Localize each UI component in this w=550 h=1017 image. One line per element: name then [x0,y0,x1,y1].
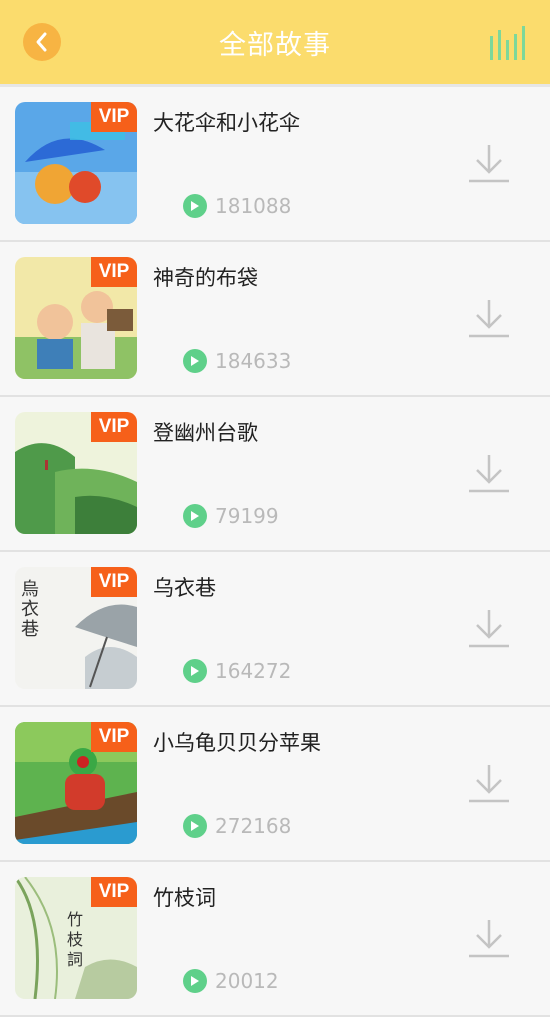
story-title: 登幽州台歌 [153,421,258,445]
download-icon[interactable] [468,298,510,340]
equalizer-button[interactable] [488,24,528,62]
story-row[interactable]: VIP 神奇的布袋 184633 [0,242,550,397]
play-count: 20012 [215,969,279,993]
svg-text:烏: 烏 [21,579,39,600]
vip-badge: VIP [91,412,137,442]
play-icon [183,659,207,683]
story-title: 乌衣巷 [153,576,216,600]
play-count-group: 164272 [183,659,291,683]
play-count: 181088 [215,194,292,218]
svg-text:竹: 竹 [67,910,83,929]
play-icon [183,969,207,993]
play-count: 272168 [215,814,292,838]
story-thumbnail: 竹 枝 詞 VIP [15,877,137,999]
play-icon [183,194,207,218]
download-icon[interactable] [468,763,510,805]
vip-badge: VIP [91,722,137,752]
play-icon [183,349,207,373]
svg-text:衣: 衣 [21,599,39,620]
story-thumbnail: VIP [15,257,137,379]
download-icon[interactable] [468,608,510,650]
story-title: 小乌龟贝贝分苹果 [153,731,321,755]
story-row[interactable]: 烏 衣 巷 VIP 乌衣巷 164272 [0,552,550,707]
back-button[interactable] [23,23,61,61]
story-title: 神奇的布袋 [153,266,258,290]
story-thumbnail: VIP [15,412,137,534]
download-icon[interactable] [468,918,510,960]
story-row[interactable]: VIP 小乌龟贝贝分苹果 272168 [0,707,550,862]
equalizer-bars-icon [490,26,525,60]
app-header: 全部故事 [0,0,550,84]
page-title: 全部故事 [219,29,331,61]
vip-badge: VIP [91,877,137,907]
play-count-group: 181088 [183,194,291,218]
play-count-group: 184633 [183,349,291,373]
story-list: VIP 大花伞和小花伞 181088 VIP 神奇的布袋 184633 VIP … [0,87,550,1017]
story-row[interactable]: VIP 登幽州台歌 79199 [0,397,550,552]
play-count-group: 272168 [183,814,291,838]
download-icon[interactable] [468,453,510,495]
play-icon [183,814,207,838]
story-thumbnail: VIP [15,102,137,224]
play-count: 184633 [215,349,292,373]
vip-badge: VIP [91,102,137,132]
play-count-group: 20012 [183,969,279,993]
vip-badge: VIP [91,567,137,597]
download-icon[interactable] [468,143,510,185]
story-title: 大花伞和小花伞 [153,111,300,135]
vip-badge: VIP [91,257,137,287]
play-count: 164272 [215,659,292,683]
play-count-group: 79199 [183,504,279,528]
svg-text:詞: 詞 [67,950,83,969]
svg-text:巷: 巷 [21,619,39,640]
play-count: 79199 [215,504,279,528]
story-title: 竹枝词 [153,886,216,910]
play-icon [183,504,207,528]
chevron-left-icon [36,32,47,52]
story-thumbnail: 烏 衣 巷 VIP [15,567,137,689]
story-thumbnail: VIP [15,722,137,844]
story-row[interactable]: 竹 枝 詞 VIP 竹枝词 20012 [0,862,550,1017]
story-row[interactable]: VIP 大花伞和小花伞 181088 [0,87,550,242]
svg-text:枝: 枝 [67,930,83,949]
